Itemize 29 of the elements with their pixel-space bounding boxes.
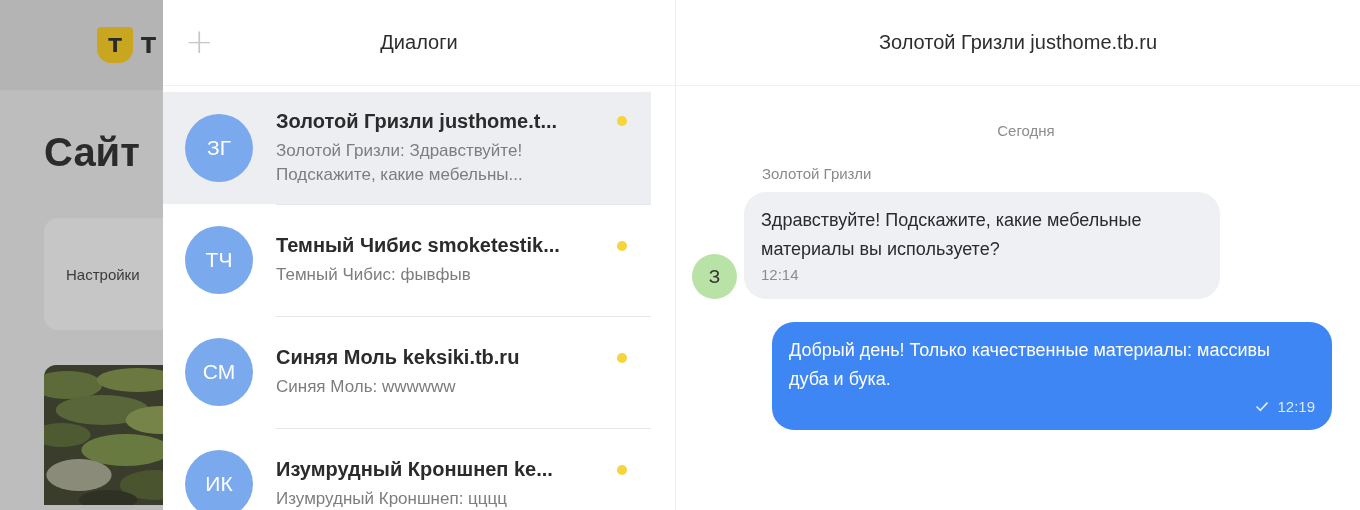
dialog-preview: Изумрудный Кроншнеп: цццц: [276, 488, 509, 510]
avatar: ИК: [185, 450, 253, 510]
message-time: 12:19: [1277, 398, 1315, 415]
message-text: Добрый день! Только качественные материалы: массивы дуба и бука.: [789, 339, 1271, 391]
dialog-item[interactable]: СМ Синяя Моль keksiki.tb.ru Синяя Моль: wwwwww: [163, 316, 651, 428]
dialog-title: Темный Чибис smoketestik...: [276, 234, 560, 257]
sender-name: Золотой Гризли: [762, 165, 873, 182]
avatar: ЗГ: [185, 114, 253, 182]
dialog-preview: Темный Чибис: фывфыв: [276, 264, 472, 286]
logo-icon: Т: [97, 27, 133, 63]
dialog-title: Золотой Гризли justhome.t...: [276, 109, 558, 133]
avatar: ТЧ: [185, 226, 253, 294]
dialog-item[interactable]: ЗГ Золотой Гризли justhome.t... Золотой Гризли: Здравствуйте! Подскажите, какие мебельны...: [163, 92, 651, 204]
date-label: Сегодня: [997, 122, 1055, 139]
message-time: 12:14: [761, 266, 800, 283]
chat-title: Золотой Гризли justhome.tb.ru: [878, 31, 1158, 54]
dialog-preview: Синяя Моль: wwwwww: [276, 376, 457, 398]
panel-title: Диалоги: [380, 31, 458, 54]
page-heading: Сайт: [44, 129, 141, 176]
dialog-title: Синяя Моль keksiki.tb.ru: [276, 346, 520, 369]
dialog-item[interactable]: ИК Изумрудный Кроншнеп ke... Изумрудный Кроншнеп: цццц: [163, 428, 651, 510]
message-text: Здравствуйте! Подскажите, какие мебельные материалы вы используете?: [761, 209, 1143, 261]
avatar: З: [692, 254, 737, 299]
card-label: Настройки: [66, 265, 140, 283]
dialog-item[interactable]: ТЧ Темный Чибис smoketestik... Темный Чибис: фывфыв: [163, 204, 651, 316]
avatar: СМ: [185, 338, 253, 406]
logo-text: Т: [141, 32, 156, 58]
dialog-preview: Золотой Гризли: Здравствуйте! Подскажите, какие мебельны...: [276, 139, 524, 186]
dialog-title: Изумрудный Кроншнеп ke...: [276, 458, 553, 481]
